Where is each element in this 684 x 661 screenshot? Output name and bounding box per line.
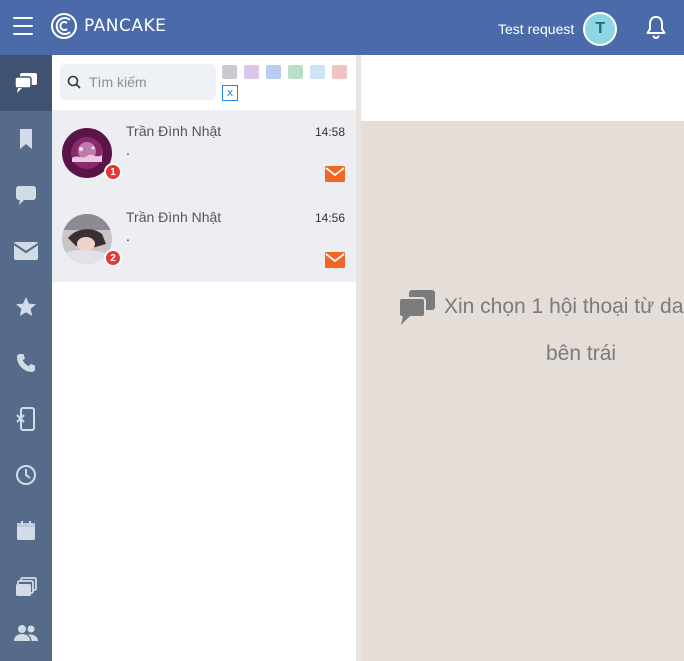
tag-filter-5[interactable] [310, 65, 325, 79]
app-name: PANCAKE [84, 16, 167, 36]
clock-icon [16, 465, 36, 485]
conversation-list: x 1 Trần Đình Nhật 14:58 . [52, 55, 356, 661]
users-icon [14, 625, 38, 641]
search-icon [67, 75, 81, 89]
menu-icon[interactable] [13, 17, 33, 35]
empty-state-text-continued: bên trái [546, 342, 617, 365]
pancake-logo-icon [51, 13, 77, 39]
calendar-icon [17, 521, 35, 540]
conversation-name: Trần Đình Nhật [126, 209, 222, 225]
conversation-header [361, 55, 684, 122]
unread-badge: 1 [104, 163, 122, 181]
tag-filter-2[interactable] [244, 65, 259, 79]
mail-icon [325, 252, 345, 273]
search-box[interactable] [60, 64, 216, 100]
account-name: Test request [498, 21, 575, 37]
nav-calendar[interactable] [0, 503, 52, 559]
nav-users[interactable] [0, 605, 52, 661]
nav-mail[interactable] [0, 223, 52, 279]
clear-tags-button[interactable]: x [222, 85, 238, 101]
empty-state-text: Xin chọn 1 hội thoại từ danh sách [444, 295, 684, 318]
conversation-item[interactable]: 1 Trần Đình Nhật 14:58 . [52, 110, 356, 196]
chats-icon [397, 290, 437, 331]
tag-filter-6[interactable] [332, 65, 347, 79]
nav-history[interactable] [0, 447, 52, 503]
star-icon [16, 297, 36, 316]
search-input[interactable] [89, 74, 209, 90]
bell-icon[interactable] [645, 15, 667, 44]
nav-bookmark[interactable] [0, 111, 52, 167]
nav-calls[interactable] [0, 335, 52, 391]
mail-icon [325, 166, 345, 187]
nav-rail [0, 55, 52, 661]
logo[interactable]: PANCAKE [50, 12, 166, 40]
conversation-time: 14:58 [314, 125, 345, 139]
conversation-item[interactable]: 2 Trần Đình Nhật 14:56 . [52, 196, 356, 282]
tag-filter-3[interactable] [266, 65, 281, 79]
mobile-close-icon [16, 407, 35, 431]
nav-comment[interactable] [0, 167, 52, 223]
chats-icon [14, 73, 37, 93]
mail-icon [13, 242, 39, 260]
conversation-name: Trần Đình Nhật [126, 123, 222, 139]
avatar: T [583, 12, 618, 46]
comment-icon [16, 186, 36, 205]
top-bar: PANCAKE Test request T [0, 0, 684, 55]
stack-icon [16, 577, 37, 596]
nav-starred[interactable] [0, 279, 52, 335]
conversation-time: 14:56 [314, 211, 345, 225]
account-menu[interactable]: Test request T [498, 12, 618, 46]
conversation-view: Xin chọn 1 hội thoại từ danh sách bên tr… [361, 122, 684, 661]
conversation-snippet: . [126, 228, 130, 244]
tag-filter-4[interactable] [288, 65, 303, 79]
nav-device-off[interactable] [0, 391, 52, 447]
conversation-snippet: . [126, 142, 130, 158]
bookmark-icon [20, 129, 32, 149]
phone-icon [17, 354, 35, 372]
unread-badge: 2 [104, 249, 122, 267]
tag-filter-1[interactable] [222, 65, 237, 79]
nav-chats[interactable] [0, 55, 52, 111]
